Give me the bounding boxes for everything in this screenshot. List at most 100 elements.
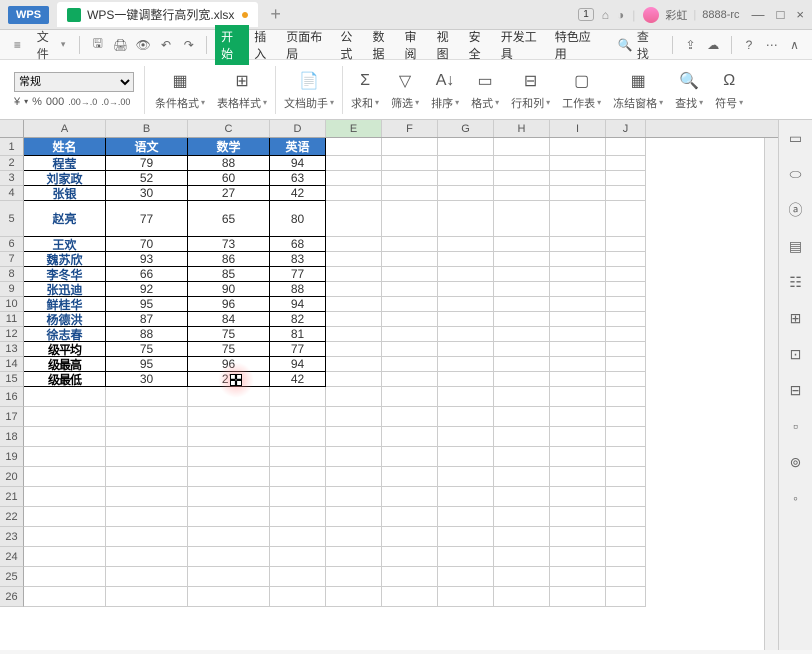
empty-cell[interactable] (270, 447, 326, 467)
number-format-select[interactable]: 常规 (14, 72, 134, 92)
data-cell[interactable]: 75 (106, 342, 188, 357)
ribbon-sheet[interactable]: ▢工作表▾ (556, 69, 607, 111)
empty-cell[interactable] (606, 156, 646, 171)
row-head[interactable]: 1 (0, 138, 24, 156)
empty-cell[interactable] (326, 507, 382, 527)
data-cell[interactable]: 级最高 (24, 357, 106, 372)
empty-cell[interactable] (106, 407, 188, 427)
empty-cell[interactable] (326, 312, 382, 327)
preview-icon[interactable]: 👁 (134, 35, 153, 55)
empty-cell[interactable] (438, 282, 494, 297)
col-head-C[interactable]: C (188, 120, 270, 137)
empty-cell[interactable] (550, 547, 606, 567)
empty-cell[interactable] (270, 487, 326, 507)
empty-cell[interactable] (438, 171, 494, 186)
empty-cell[interactable] (550, 297, 606, 312)
empty-cell[interactable] (382, 186, 438, 201)
empty-cell[interactable] (270, 547, 326, 567)
side-icon-0[interactable]: ▭ (786, 128, 806, 148)
data-cell[interactable]: 30 (106, 186, 188, 201)
cloud-icon[interactable]: ☁ (704, 35, 723, 55)
ribbon-sort[interactable]: A↓排序▾ (425, 69, 465, 111)
empty-cell[interactable] (438, 156, 494, 171)
ribbon-rowcol[interactable]: ⊟行和列▾ (505, 69, 556, 111)
ribbon-freeze[interactable]: ▦冻结窗格▾ (607, 69, 669, 111)
empty-cell[interactable] (326, 372, 382, 387)
empty-cell[interactable] (606, 527, 646, 547)
ribbon-format[interactable]: ▭格式▾ (465, 69, 505, 111)
empty-cell[interactable] (438, 201, 494, 237)
empty-cell[interactable] (24, 487, 106, 507)
empty-cell[interactable] (382, 467, 438, 487)
empty-cell[interactable] (382, 447, 438, 467)
data-cell[interactable]: 65 (188, 201, 270, 237)
empty-cell[interactable] (106, 387, 188, 407)
empty-cell[interactable] (24, 567, 106, 587)
empty-cell[interactable] (550, 312, 606, 327)
menu-tab-9[interactable]: 特色应用 (550, 25, 604, 65)
data-cell[interactable]: 88 (106, 327, 188, 342)
data-cell[interactable]: 级最低 (24, 372, 106, 387)
empty-cell[interactable] (188, 447, 270, 467)
empty-cell[interactable] (550, 357, 606, 372)
empty-cell[interactable] (494, 372, 550, 387)
empty-cell[interactable] (24, 507, 106, 527)
empty-cell[interactable] (606, 427, 646, 447)
empty-cell[interactable] (326, 327, 382, 342)
empty-cell[interactable] (438, 357, 494, 372)
empty-cell[interactable] (550, 447, 606, 467)
home-icon[interactable]: ⌂ (602, 8, 609, 22)
empty-cell[interactable] (606, 138, 646, 156)
empty-cell[interactable] (606, 342, 646, 357)
empty-cell[interactable] (550, 156, 606, 171)
help-icon[interactable]: ? (740, 35, 759, 55)
empty-cell[interactable] (438, 527, 494, 547)
data-cell[interactable]: 杨德洪 (24, 312, 106, 327)
empty-cell[interactable] (24, 467, 106, 487)
menu-tab-8[interactable]: 开发工具 (496, 25, 550, 65)
empty-cell[interactable] (188, 467, 270, 487)
data-cell[interactable]: 程莹 (24, 156, 106, 171)
empty-cell[interactable] (188, 547, 270, 567)
col-head-H[interactable]: H (494, 120, 550, 137)
empty-cell[interactable] (438, 447, 494, 467)
thousand-icon[interactable]: 000 (46, 96, 64, 108)
row-head[interactable]: 19 (0, 447, 24, 467)
empty-cell[interactable] (550, 327, 606, 342)
row-head[interactable]: 15 (0, 372, 24, 387)
empty-cell[interactable] (106, 587, 188, 607)
empty-cell[interactable] (550, 201, 606, 237)
undo-icon[interactable]: ↶ (157, 35, 176, 55)
data-cell[interactable]: 30 (106, 372, 188, 387)
data-cell[interactable]: 83 (270, 252, 326, 267)
empty-cell[interactable] (270, 467, 326, 487)
data-cell[interactable]: 张银 (24, 186, 106, 201)
empty-cell[interactable] (550, 267, 606, 282)
data-cell[interactable]: 75 (188, 342, 270, 357)
empty-cell[interactable] (382, 547, 438, 567)
menu-tab-0[interactable]: 开始 (215, 25, 249, 65)
empty-cell[interactable] (550, 171, 606, 186)
empty-cell[interactable] (550, 387, 606, 407)
data-cell[interactable]: 66 (106, 267, 188, 282)
header-cell[interactable]: 姓名 (24, 138, 106, 156)
empty-cell[interactable] (606, 297, 646, 312)
empty-cell[interactable] (438, 138, 494, 156)
row-head[interactable]: 18 (0, 427, 24, 447)
menu-tab-3[interactable]: 公式 (335, 25, 367, 65)
row-head[interactable]: 24 (0, 547, 24, 567)
empty-cell[interactable] (382, 527, 438, 547)
empty-cell[interactable] (550, 407, 606, 427)
empty-cell[interactable] (550, 567, 606, 587)
empty-cell[interactable] (438, 312, 494, 327)
empty-cell[interactable] (382, 357, 438, 372)
close-button[interactable]: × (796, 7, 804, 22)
data-cell[interactable]: 77 (270, 267, 326, 282)
empty-cell[interactable] (494, 201, 550, 237)
data-cell[interactable]: 94 (270, 297, 326, 312)
data-cell[interactable]: 赵亮 (24, 201, 106, 237)
empty-cell[interactable] (606, 507, 646, 527)
data-cell[interactable]: 94 (270, 357, 326, 372)
empty-cell[interactable] (326, 427, 382, 447)
empty-cell[interactable] (606, 171, 646, 186)
